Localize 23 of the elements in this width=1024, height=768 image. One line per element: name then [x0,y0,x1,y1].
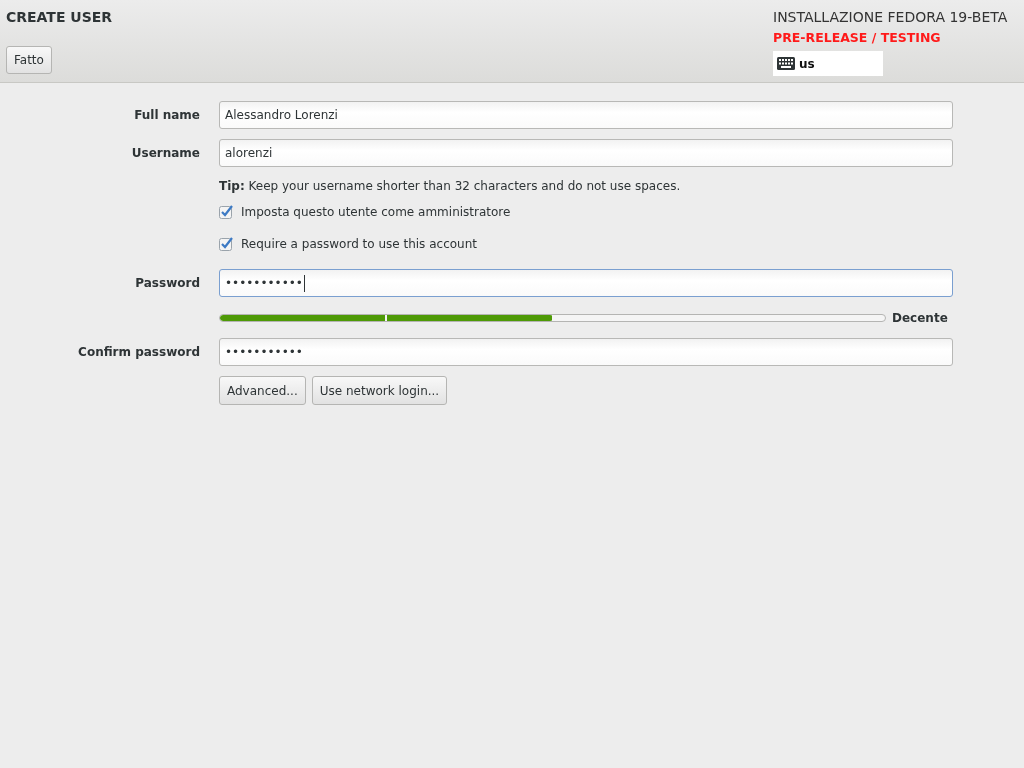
checkbox-checked-icon[interactable] [219,205,233,219]
keyboard-layout-indicator[interactable]: us [773,51,883,76]
page-title: CREATE USER [6,9,113,25]
field-label: Password [134,276,200,290]
form-button[interactable]: Use network login... [311,376,448,405]
checkbox-label[interactable]: Imposta questo utente come amministratore [241,205,511,219]
field-label: Full name [133,108,200,122]
done-button[interactable]: Fatto [6,46,52,74]
strength-reading: Decente [892,311,948,325]
text-field[interactable]: ••••••••••• [219,269,953,297]
product-title: INSTALLAZIONE FEDORA 19-BETA [773,9,1008,25]
field-label: Confirm password [77,345,200,359]
form-button[interactable]: Advanced... [219,376,306,405]
prerelease-warning: PRE-RELEASE / TESTING [773,30,941,45]
keyboard-icon [777,57,795,70]
checkbox-checked-icon[interactable] [219,237,233,251]
checkbox-label[interactable]: Require a password to use this account [241,237,477,251]
text-field[interactable]: Alessandro Lorenzi [219,101,953,129]
keyboard-layout-label: us [799,56,815,71]
field-label: Username [130,146,200,160]
username-tip: Tip: Keep your username shorter than 32 characters and do not use spaces. [219,179,682,193]
text-field[interactable]: ••••••••••• [219,338,953,366]
text-field[interactable]: alorenzi [219,139,953,167]
